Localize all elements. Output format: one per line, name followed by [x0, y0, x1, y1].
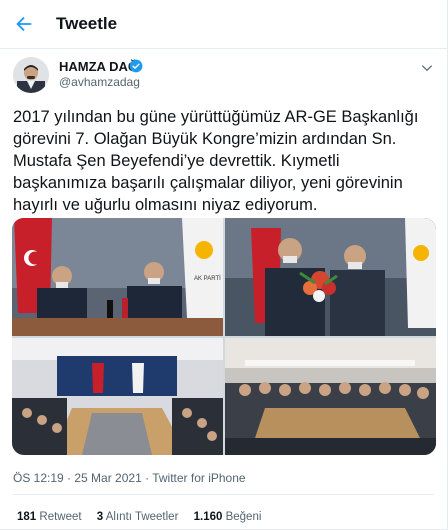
top-header: Tweetle	[0, 0, 447, 49]
retweet-label: Retweet	[39, 511, 82, 523]
like-label: Beğeni	[225, 511, 262, 523]
like-stat[interactable]: 1.160 Beğeni	[194, 511, 262, 523]
photo-1[interactable]: AK PARTİ	[12, 218, 223, 336]
divider	[13, 494, 434, 495]
photo-2[interactable]	[225, 218, 436, 336]
engagement-stats: 181 Retweet 3 Alıntı Tweetler 1.160 Beğe…	[17, 511, 273, 523]
quote-label: Alıntı Tweetler	[105, 511, 179, 523]
author-handle[interactable]: @avhamzadag	[59, 75, 140, 89]
author-name[interactable]: HAMZA DAĞ	[59, 59, 138, 74]
chevron-down-icon[interactable]	[420, 61, 434, 75]
avatar[interactable]	[13, 57, 49, 93]
photo-4[interactable]	[225, 338, 436, 455]
verified-badge-icon	[129, 59, 143, 73]
page-title: Tweetle	[56, 14, 118, 33]
quote-count: 3	[96, 511, 104, 523]
flag-caption: AK PARTİ	[194, 275, 221, 282]
quote-stat[interactable]: 3 Alıntı Tweetler	[97, 511, 179, 523]
tweet-timestamp[interactable]: ÖS 12:19 · 25 Mar 2021 · Twitter for iPh…	[13, 471, 246, 485]
arrow-left-icon[interactable]	[13, 13, 35, 35]
retweet-count: 181	[17, 511, 37, 523]
photo-grid: AK PARTİ	[12, 218, 436, 455]
like-count: 1.160	[193, 511, 223, 523]
tweet-text: 2017 yılından bu güne yürüttüğümüz AR-GE…	[13, 108, 419, 214]
retweet-stat[interactable]: 181 Retweet	[17, 511, 82, 523]
photo-3[interactable]	[12, 338, 223, 455]
